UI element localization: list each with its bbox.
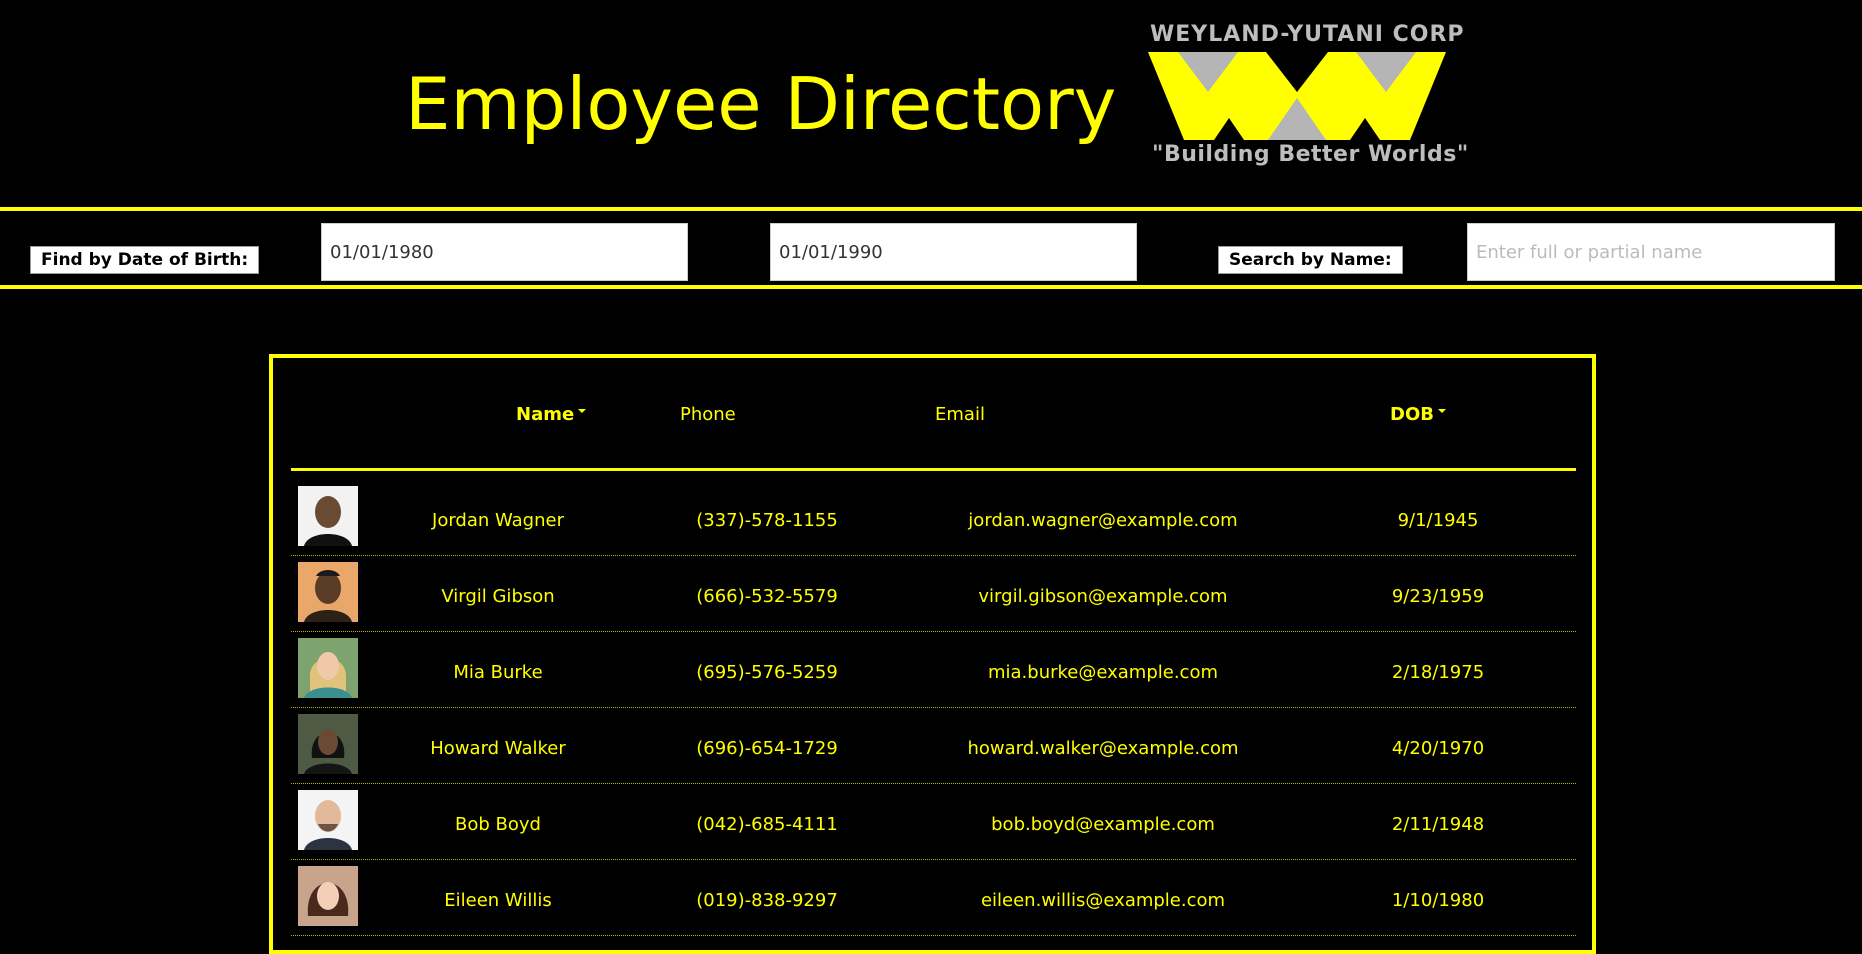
employee-name: Howard Walker — [430, 738, 566, 759]
employee-email: virgil.gibson@example.com — [978, 586, 1228, 607]
logo-company-name: WEYLAND-YUTANI CORP — [1150, 22, 1465, 47]
employee-email: bob.boyd@example.com — [991, 814, 1215, 835]
column-header-email: Email — [935, 404, 985, 425]
avatar-photo-icon — [298, 714, 358, 774]
dob-start-input[interactable] — [321, 223, 688, 281]
employee-table: Name Phone Email DOB Jordan Wagner (337)… — [269, 354, 1596, 954]
weyland-yutani-wings-icon — [1148, 52, 1446, 140]
employee-phone: (337)-578-1155 — [696, 510, 838, 531]
employee-phone: (666)-532-5579 — [696, 586, 838, 607]
column-header-dob-label: DOB — [1390, 404, 1434, 425]
employee-dob: 1/10/1980 — [1391, 890, 1485, 911]
avatar — [298, 486, 358, 546]
employee-email: howard.walker@example.com — [967, 738, 1239, 759]
avatar-photo-icon — [298, 486, 358, 546]
employee-phone: (696)-654-1729 — [696, 738, 838, 759]
employee-name: Virgil Gibson — [441, 586, 555, 607]
sort-caret-icon — [1437, 409, 1446, 413]
sort-caret-icon — [578, 409, 587, 413]
column-header-dob[interactable]: DOB — [1390, 404, 1446, 425]
avatar-photo-icon — [298, 866, 358, 926]
employee-dob: 4/20/1970 — [1391, 738, 1485, 759]
avatar — [298, 714, 358, 774]
employee-dob: 2/18/1975 — [1391, 662, 1485, 683]
employee-name: Bob Boyd — [455, 814, 541, 835]
dob-filter-label: Find by Date of Birth: — [30, 246, 260, 274]
avatar — [298, 562, 358, 622]
employee-email: eileen.willis@example.com — [980, 890, 1226, 911]
employee-name: Jordan Wagner — [432, 510, 564, 531]
table-row: Mia Burke (695)-576-5259 mia.burke@examp… — [291, 632, 1576, 708]
table-row: Virgil Gibson (666)-532-5579 virgil.gibs… — [291, 556, 1576, 632]
table-row: Jordan Wagner (337)-578-1155 jordan.wagn… — [291, 480, 1576, 556]
employee-dob: 9/23/1959 — [1391, 586, 1485, 607]
filter-bar: Find by Date of Birth: Search by Name: — [0, 207, 1862, 289]
name-search-label: Search by Name: — [1218, 246, 1403, 274]
employee-dob: 2/11/1948 — [1391, 814, 1485, 835]
page-title: Employee Directory — [405, 62, 1117, 146]
employee-email: mia.burke@example.com — [987, 662, 1219, 683]
table-row: Bob Boyd (042)-685-4111 bob.boyd@example… — [291, 784, 1576, 860]
logo-tagline: "Building Better Worlds" — [1152, 142, 1469, 167]
dob-end-input[interactable] — [770, 223, 1137, 281]
column-header-name[interactable]: Name — [516, 404, 587, 425]
avatar-photo-icon — [298, 562, 358, 622]
employee-phone: (042)-685-4111 — [696, 814, 838, 835]
avatar — [298, 790, 358, 850]
employee-name: Mia Burke — [453, 662, 543, 683]
header: Employee Directory WEYLAND-YUTANI CORP "… — [0, 0, 1862, 206]
employee-name: Eileen Willis — [444, 890, 552, 911]
employee-dob: 9/1/1945 — [1397, 510, 1479, 531]
column-header-phone: Phone — [680, 404, 736, 425]
table-row: Howard Walker (696)-654-1729 howard.walk… — [291, 708, 1576, 784]
table-row: Eileen Willis (019)-838-9297 eileen.will… — [291, 860, 1576, 936]
table-header: Name Phone Email DOB — [291, 358, 1576, 471]
employee-phone: (695)-576-5259 — [696, 662, 838, 683]
avatar — [298, 866, 358, 926]
employee-phone: (019)-838-9297 — [696, 890, 838, 911]
avatar-photo-icon — [298, 638, 358, 698]
avatar-photo-icon — [298, 790, 358, 850]
company-logo: WEYLAND-YUTANI CORP "Building Better Wor… — [1148, 22, 1468, 172]
column-header-name-label: Name — [516, 404, 575, 425]
employee-email: jordan.wagner@example.com — [968, 510, 1238, 531]
name-search-input[interactable] — [1467, 223, 1835, 281]
avatar — [298, 638, 358, 698]
